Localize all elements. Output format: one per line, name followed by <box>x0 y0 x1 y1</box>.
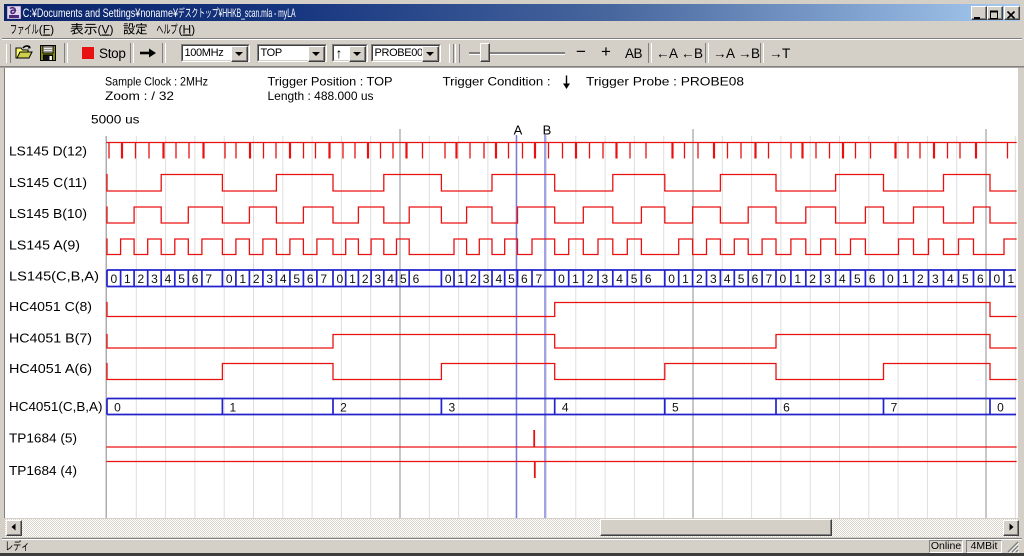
svg-text:2: 2 <box>587 272 594 286</box>
svg-text:5: 5 <box>178 272 185 286</box>
svg-text:1: 1 <box>572 272 579 286</box>
svg-text:HC4051 A(6): HC4051 A(6) <box>9 362 92 376</box>
svg-text:0: 0 <box>226 272 233 286</box>
svg-text:LS145 A(9): LS145 A(9) <box>9 239 80 253</box>
svg-text:5: 5 <box>854 272 861 286</box>
svg-text:0: 0 <box>997 400 1004 414</box>
svg-text:2: 2 <box>809 272 816 286</box>
svg-text:5: 5 <box>400 272 407 286</box>
svg-text:1: 1 <box>902 272 909 286</box>
svg-text:1: 1 <box>124 272 131 286</box>
svg-text:3: 3 <box>375 272 382 286</box>
svg-text:(V): (V) <box>98 23 114 37</box>
svg-text:Length : 488.000 us: Length : 488.000 us <box>268 89 374 103</box>
svg-text:6: 6 <box>413 272 420 286</box>
svg-text:4: 4 <box>562 400 569 414</box>
svg-text:LS145 C(11): LS145 C(11) <box>9 176 87 190</box>
svg-text:1: 1 <box>349 272 356 286</box>
svg-text:¥HHKB_scan.mla - myLA: ¥HHKB_scan.mla - myLA <box>218 6 296 20</box>
svg-text:HC4051 C(8): HC4051 C(8) <box>9 300 92 314</box>
svg-text:1: 1 <box>457 272 464 286</box>
svg-text:3: 3 <box>601 272 608 286</box>
svg-text:4: 4 <box>947 272 954 286</box>
svg-text:3: 3 <box>710 272 717 286</box>
svg-text:7: 7 <box>205 272 212 286</box>
svg-text:1: 1 <box>682 272 689 286</box>
svg-text:3: 3 <box>483 272 490 286</box>
svg-text:5: 5 <box>631 272 638 286</box>
svg-text:6: 6 <box>752 272 759 286</box>
svg-text:3: 3 <box>932 272 939 286</box>
svg-text:LS145 B(10): LS145 B(10) <box>9 207 87 221</box>
svg-text:TP1684 (4): TP1684 (4) <box>9 464 77 478</box>
svg-text:HC4051(C,B,A): HC4051(C,B,A) <box>9 400 103 414</box>
svg-text:7: 7 <box>320 272 327 286</box>
svg-text:0: 0 <box>336 272 343 286</box>
svg-text:B: B <box>543 123 552 138</box>
svg-text:A: A <box>514 123 523 138</box>
svg-text:Zoom : / 32: Zoom : / 32 <box>105 89 174 103</box>
svg-text:0: 0 <box>114 400 121 414</box>
svg-text:2: 2 <box>340 400 347 414</box>
svg-text:Trigger Condition :: Trigger Condition : <box>443 75 551 89</box>
svg-text:6: 6 <box>645 272 652 286</box>
svg-text:3: 3 <box>266 272 273 286</box>
svg-text:Trigger Position : TOP: Trigger Position : TOP <box>268 75 393 89</box>
svg-text:0: 0 <box>668 272 675 286</box>
svg-text:7: 7 <box>766 272 773 286</box>
svg-text:Trigger Probe : PROBE08: Trigger Probe : PROBE08 <box>586 75 744 89</box>
svg-text:LS145(C,B,A): LS145(C,B,A) <box>9 270 99 284</box>
svg-text:TP1684 (5): TP1684 (5) <box>9 432 77 446</box>
svg-text:5: 5 <box>962 272 969 286</box>
svg-text:2: 2 <box>696 272 703 286</box>
svg-text:6: 6 <box>307 272 314 286</box>
svg-text:0: 0 <box>887 272 894 286</box>
svg-text:5000 us: 5000 us <box>91 113 140 127</box>
svg-text:1: 1 <box>239 272 246 286</box>
svg-text:4: 4 <box>839 272 846 286</box>
svg-text:2: 2 <box>470 272 477 286</box>
svg-text:LS145 D(12): LS145 D(12) <box>9 145 87 159</box>
svg-text:1: 1 <box>230 400 237 414</box>
svg-text:5: 5 <box>738 272 745 286</box>
svg-text:4: 4 <box>724 272 731 286</box>
svg-text:3: 3 <box>824 272 831 286</box>
svg-text:4: 4 <box>495 272 502 286</box>
svg-text:1: 1 <box>1007 272 1014 286</box>
svg-text:5: 5 <box>672 400 679 414</box>
svg-text:C:¥Documents and Settings¥nona: C:¥Documents and Settings¥noname¥ <box>23 6 178 20</box>
svg-text:4: 4 <box>616 272 623 286</box>
svg-text:7: 7 <box>891 400 898 414</box>
svg-text:0: 0 <box>779 272 786 286</box>
svg-text:2: 2 <box>917 272 924 286</box>
svg-text:2: 2 <box>253 272 260 286</box>
svg-text:7: 7 <box>535 272 542 286</box>
svg-text:6: 6 <box>869 272 876 286</box>
svg-text:6: 6 <box>783 400 790 414</box>
svg-text:5: 5 <box>508 272 515 286</box>
svg-text:4: 4 <box>387 272 394 286</box>
svg-text:2: 2 <box>138 272 145 286</box>
svg-text:4: 4 <box>165 272 172 286</box>
svg-text:1: 1 <box>794 272 801 286</box>
svg-text:Sample Clock : 2MHz: Sample Clock : 2MHz <box>105 75 208 89</box>
svg-text:6: 6 <box>977 272 984 286</box>
svg-text:0: 0 <box>445 272 452 286</box>
svg-text:5: 5 <box>293 272 300 286</box>
svg-text:6: 6 <box>521 272 528 286</box>
svg-text:(H): (H) <box>179 23 196 37</box>
svg-text:3: 3 <box>449 400 456 414</box>
svg-text:0: 0 <box>993 272 1000 286</box>
svg-text:4: 4 <box>280 272 287 286</box>
svg-text:HC4051 B(7): HC4051 B(7) <box>9 332 92 346</box>
svg-text:0: 0 <box>110 272 117 286</box>
svg-text:3: 3 <box>151 272 158 286</box>
svg-text:(F): (F) <box>39 23 54 37</box>
svg-text:2: 2 <box>362 272 369 286</box>
svg-text:6: 6 <box>192 272 199 286</box>
svg-text:0: 0 <box>558 272 565 286</box>
